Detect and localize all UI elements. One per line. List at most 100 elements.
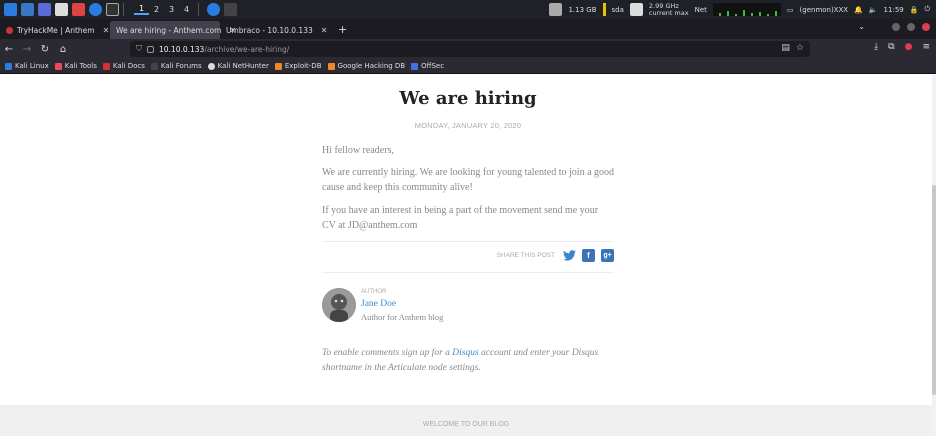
workspace-4[interactable]: 4 (179, 5, 194, 14)
files-icon[interactable] (21, 3, 34, 16)
bookmark-label: Kali NetHunter (217, 62, 269, 70)
home-icon[interactable]: ⌂ (54, 44, 72, 55)
window-controls: ⌄ (858, 22, 930, 31)
author-name-link[interactable]: Jane Doe (361, 299, 396, 309)
bookmark-google-hacking-db[interactable]: Google Hacking DB (327, 62, 406, 70)
bookmark-kali-tools[interactable]: Kali Tools (54, 62, 97, 70)
net-label: Net (694, 5, 707, 14)
power-icon[interactable]: ⏻ (924, 5, 930, 14)
tab-label: Umbraco - 10.10.0.133 (226, 25, 313, 35)
terminal-window-icon[interactable] (106, 3, 119, 16)
disk-icon (549, 3, 563, 16)
tab-umbraco[interactable]: Umbraco - 10.10.0.133 ✕ (220, 21, 330, 39)
reload-icon[interactable]: ↻ (36, 44, 54, 55)
workspace-1[interactable]: 1 (134, 4, 149, 15)
kali-linux-icon (5, 62, 12, 70)
disk-usage: 1.13 GB (568, 5, 597, 14)
menu-icon[interactable]: ≡ (922, 42, 930, 52)
bookmark-kali-forums[interactable]: Kali Forums (150, 62, 202, 70)
bookmark-exploit-db[interactable]: Exploit-DB (274, 62, 322, 70)
addon-icon[interactable]: ● (905, 42, 913, 52)
bookmark-star-icon[interactable]: ☆ (796, 43, 804, 53)
forward-icon[interactable]: → (18, 44, 36, 55)
user-indicator[interactable]: (genmon)XXX (800, 6, 849, 14)
bookmark-label: Kali Docs (112, 62, 145, 70)
new-tab-button[interactable]: + (330, 21, 355, 39)
url-actions: ▤ ☆ (781, 43, 804, 53)
top-panel: 1 2 3 4 1.13 GB sda 2.99 GHz current max… (0, 0, 936, 19)
bookmark-label: Kali Forums (160, 62, 202, 70)
monitor-icon[interactable]: ▭ (787, 6, 794, 14)
workspace-3[interactable]: 3 (164, 5, 179, 14)
bookmark-kali-docs[interactable]: Kali Docs (102, 62, 145, 70)
page-content: We are hiring MONDAY, JANUARY 20, 2020 H… (0, 75, 936, 436)
notification-icon[interactable]: 🔔 (854, 6, 863, 14)
kali-docs-icon (102, 62, 110, 70)
tab-label: TryHackMe | Anthem (17, 25, 95, 35)
comments-notice: To enable comments sign up for a Disqus … (322, 346, 622, 376)
lock-icon[interactable] (147, 45, 154, 53)
clock[interactable]: 11:59 (884, 6, 904, 14)
bookmarks-bar: Kali Linux Kali Tools Kali Docs Kali For… (0, 59, 936, 74)
page-footer: WELCOME TO OUR BLOG (0, 405, 932, 436)
close-icon[interactable]: ✕ (313, 26, 328, 35)
url-path: /archive/we-are-hiring/ (204, 44, 290, 54)
bookmark-label: Kali Linux (15, 62, 49, 70)
google-plus-share-icon[interactable]: g+ (601, 249, 614, 262)
url-bar[interactable]: ⛉ 10.10.0.133 /archive/we-are-hiring/ ▤ … (130, 41, 810, 57)
system-tray: 1.13 GB sda 2.99 GHz current max Net ▭ (… (549, 0, 936, 19)
divider (322, 272, 614, 273)
bookmark-kali-linux[interactable]: Kali Linux (5, 62, 49, 70)
cpu-icon (629, 3, 643, 16)
bookmark-offsec[interactable]: OffSec (411, 62, 444, 70)
shield-icon[interactable]: ⛉ (136, 44, 142, 54)
tab-list-chevron-icon[interactable]: ⌄ (858, 22, 865, 31)
minimize-button[interactable] (892, 22, 900, 31)
disqus-link[interactable]: Disqus (452, 348, 478, 358)
bookmark-label: Google Hacking DB (337, 62, 406, 70)
close-window-button[interactable] (922, 22, 930, 31)
bookmark-kali-nethunter[interactable]: Kali NetHunter (207, 62, 269, 70)
workspace-switcher[interactable]: 1 2 3 4 (134, 1, 194, 18)
tab-tryhackme[interactable]: TryHackMe | Anthem ✕ (0, 21, 110, 39)
lock-icon[interactable]: 🔒 (910, 6, 919, 14)
firefox-window-icon[interactable] (207, 3, 220, 16)
reader-view-icon[interactable]: ▤ (781, 43, 790, 53)
bookmark-label: Kali Tools (64, 62, 97, 70)
firefox-icon[interactable] (89, 3, 102, 16)
post-paragraph-3: If you have an interest in being a part … (322, 205, 599, 231)
bookmark-label: OffSec (421, 62, 445, 70)
burp-icon[interactable] (72, 3, 85, 16)
download-icon[interactable]: ⤓ (874, 42, 878, 52)
terminal-icon[interactable] (38, 3, 51, 16)
maximize-button[interactable] (907, 22, 915, 31)
offsec-icon (411, 62, 419, 70)
post-title: We are hiring (399, 88, 537, 109)
browser-tab-bar: TryHackMe | Anthem ✕ We are hiring - Ant… (0, 19, 936, 39)
facebook-share-icon[interactable]: f (582, 249, 595, 262)
workspace-2[interactable]: 2 (149, 5, 164, 14)
scrollbar-thumb[interactable] (932, 185, 936, 395)
tab-we-are-hiring[interactable]: We are hiring - Anthem.com ✕ (110, 21, 236, 39)
post-paragraph-2: We are currently hiring. We are looking … (322, 167, 615, 193)
back-icon[interactable]: ← (0, 44, 18, 55)
panel-divider (123, 3, 124, 16)
nethunter-icon (207, 62, 215, 70)
kali-menu-icon[interactable] (4, 3, 17, 16)
divider (322, 241, 614, 242)
extensions-icon[interactable]: ⧉ (888, 42, 894, 52)
terminal-task-icon[interactable] (224, 3, 237, 16)
volume-icon[interactable]: 🔈 (869, 6, 878, 14)
footer-text: WELCOME TO OUR BLOG (422, 421, 510, 428)
text-editor-icon[interactable] (55, 3, 68, 16)
url-host: 10.10.0.133 (159, 44, 205, 54)
author-avatar (322, 288, 356, 322)
cpu-mode: current max (648, 8, 689, 17)
network-graph (712, 3, 781, 16)
ghdb-icon (327, 62, 335, 70)
author-label: AUTHOR (361, 289, 387, 295)
share-bar: SHARE THIS POST f g+ (322, 249, 614, 262)
close-icon[interactable]: ✕ (95, 26, 110, 35)
disk-label: sda (611, 5, 624, 14)
twitter-share-icon[interactable] (563, 249, 576, 262)
